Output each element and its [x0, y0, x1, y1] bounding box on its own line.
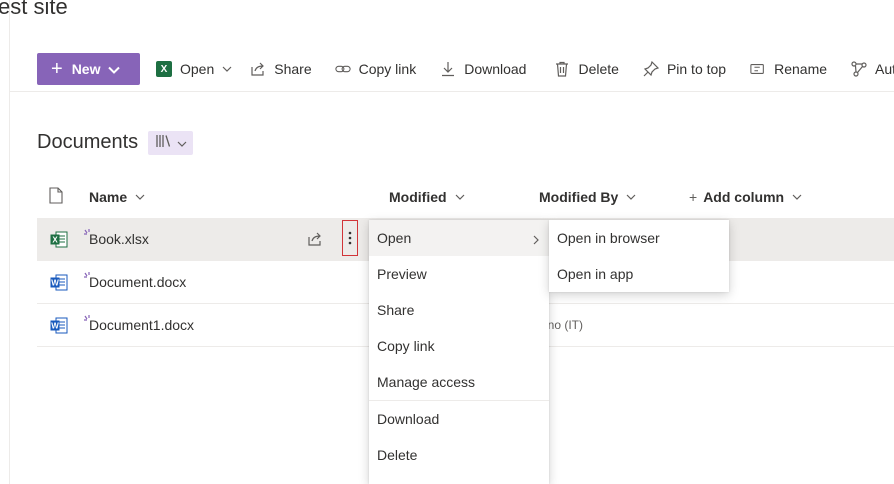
delete-button-label: Delete	[578, 61, 619, 77]
rename-button-label: Rename	[774, 61, 828, 77]
excel-icon: X	[156, 61, 172, 77]
menu-item-label: Download	[377, 411, 440, 427]
file-name-link[interactable]: Book.xlsx	[89, 231, 149, 247]
file-type-header[interactable]	[49, 184, 63, 210]
share-icon	[250, 61, 266, 77]
excel-file-icon: X	[50, 231, 68, 253]
menu-item-share[interactable]: Share	[369, 292, 549, 328]
name-column-header[interactable]: Name	[89, 184, 145, 210]
open-button-label: Open	[180, 61, 215, 77]
download-button[interactable]: Download	[440, 53, 526, 85]
name-column-label: Name	[89, 189, 128, 205]
menu-item-delete[interactable]: Delete	[369, 437, 549, 473]
modified-column-label: Modified	[389, 189, 447, 205]
pin-to-top-label: Pin to top	[666, 61, 727, 77]
menu-item-download[interactable]: Download	[369, 401, 549, 437]
copy-link-button[interactable]: Copy link	[334, 53, 417, 85]
submenu-item-label: Open in browser	[557, 230, 660, 246]
plus-icon: +	[51, 58, 63, 80]
submenu-item-open-in-browser[interactable]: Open in browser	[549, 220, 729, 256]
chevron-right-icon	[533, 232, 539, 248]
pin-icon	[643, 61, 659, 77]
menu-item-manage-access[interactable]: Manage access	[369, 364, 549, 400]
open-button[interactable]: X Open	[156, 53, 232, 85]
chevron-down-icon	[177, 134, 187, 152]
menu-item-preview[interactable]: Preview	[369, 256, 549, 292]
library-title: Documents	[37, 131, 139, 153]
context-menu: Open Preview Share Copy link Manage acce…	[369, 220, 549, 484]
modified-by-column-header[interactable]: Modified By	[539, 184, 636, 210]
submenu-item-open-in-app[interactable]: Open in app	[549, 256, 729, 292]
share-icon[interactable]	[307, 231, 323, 252]
svg-text:W: W	[51, 322, 59, 331]
rename-icon	[750, 61, 766, 77]
copy-link-label: Copy link	[358, 61, 417, 77]
word-file-icon: W	[50, 274, 68, 296]
more-vertical-icon	[348, 231, 352, 245]
add-column-label: Add column	[703, 189, 785, 205]
document-icon	[49, 187, 63, 207]
add-column-button[interactable]: + Add column	[689, 184, 802, 210]
chevron-down-icon	[626, 194, 636, 200]
command-bar-divider	[10, 91, 894, 92]
chevron-down-icon	[455, 194, 465, 200]
menu-item-copy-link[interactable]: Copy link	[369, 328, 549, 364]
menu-item-label: Delete	[377, 447, 418, 463]
delete-button[interactable]: Delete	[554, 53, 619, 85]
submenu-item-label: Open in app	[557, 266, 634, 282]
chevron-down-icon	[222, 66, 232, 72]
menu-item-label: Manage access	[377, 374, 476, 390]
automate-icon	[851, 61, 867, 77]
left-divider	[9, 0, 10, 484]
rename-button[interactable]: Rename	[750, 53, 827, 85]
pin-to-top-button[interactable]: Pin to top	[643, 53, 726, 85]
new-button-label: New	[71, 61, 101, 77]
svg-text:W: W	[51, 279, 59, 288]
trash-icon	[554, 61, 570, 77]
menu-item-label: Open	[377, 230, 412, 246]
library-icon	[155, 133, 173, 154]
view-switcher-button[interactable]	[148, 131, 193, 155]
plus-icon: +	[689, 189, 698, 205]
link-icon	[334, 61, 351, 77]
file-name-link[interactable]: Document1.docx	[89, 317, 194, 333]
modified-by-column-label: Modified By	[539, 189, 619, 205]
share-button-label: Share	[274, 61, 312, 77]
site-title: est site	[0, 0, 68, 19]
svg-text:X: X	[52, 236, 58, 245]
automate-label: Aut	[875, 61, 894, 77]
open-submenu: Open in browser Open in app	[549, 220, 729, 292]
menu-item-label: Share	[377, 302, 415, 318]
download-icon	[440, 61, 456, 77]
modified-column-header[interactable]: Modified	[389, 184, 465, 210]
menu-item-label: Preview	[377, 266, 427, 282]
chevron-down-icon	[792, 194, 802, 200]
chevron-down-icon	[108, 61, 121, 77]
chevron-down-icon	[135, 194, 145, 200]
menu-item-label: Copy link	[377, 338, 435, 354]
automate-button[interactable]: Aut	[851, 53, 894, 85]
word-file-icon: W	[50, 317, 68, 339]
file-name-link[interactable]: Document.docx	[89, 274, 186, 290]
share-button[interactable]: Share	[250, 53, 312, 85]
menu-item-open[interactable]: Open	[369, 220, 549, 256]
download-button-label: Download	[464, 61, 527, 77]
new-button[interactable]: + New	[37, 53, 140, 85]
more-actions-button[interactable]	[342, 220, 358, 256]
command-bar: + New X Open Share Copy link Download De…	[37, 53, 894, 85]
